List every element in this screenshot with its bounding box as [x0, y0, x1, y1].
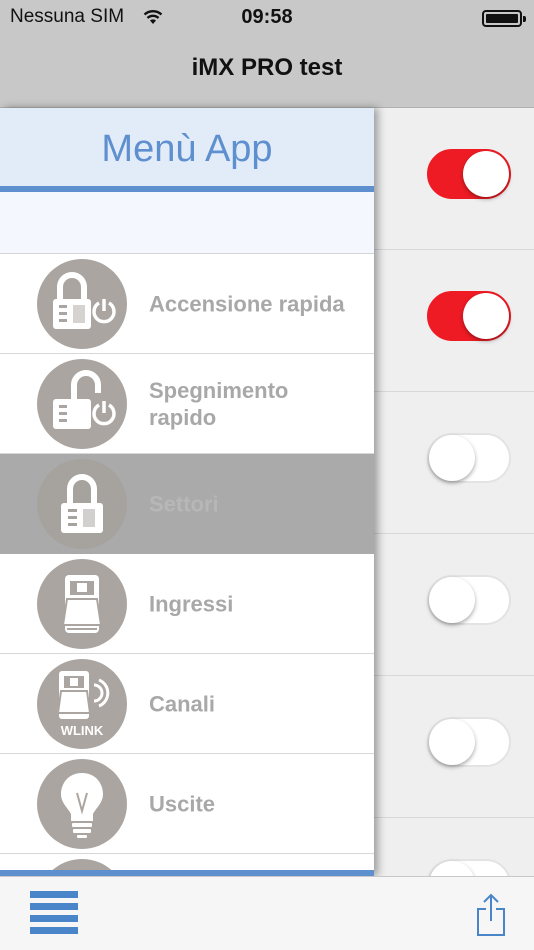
sensor-device-icon — [37, 559, 127, 649]
toggle-knob — [429, 719, 475, 765]
sector-toggle-3[interactable] — [427, 433, 511, 483]
wlink-text: WLINK — [61, 723, 104, 738]
toggle-knob — [429, 577, 475, 623]
battery-icon — [482, 10, 526, 27]
hamburger-icon[interactable] — [30, 891, 78, 935]
sector-toggle-2[interactable] — [427, 291, 511, 341]
menu-item-canali[interactable]: WLINK Canali — [0, 654, 374, 754]
menu-item-settori[interactable]: Settori — [0, 454, 374, 554]
unlock-power-icon — [37, 359, 127, 449]
menu-item-label: Spegnimento rapido — [149, 377, 289, 430]
toggle-knob — [463, 151, 509, 197]
status-time: 09:58 — [241, 6, 293, 28]
wlink-device-icon: WLINK — [37, 659, 127, 749]
menu-item-label: Accensione rapida — [149, 291, 345, 316]
menu-item-accensione-rapida[interactable]: Accensione rapida — [0, 254, 374, 354]
app-screen: Nessuna SIM 09:58 iMX PRO test Menù App … — [0, 0, 534, 950]
drawer-spacer — [0, 192, 374, 254]
menu-item-label: Ingressi — [149, 591, 234, 616]
menu-item-label: Uscite — [149, 791, 216, 816]
toggle-knob — [463, 293, 509, 339]
page-title: iMX PRO test — [191, 54, 343, 81]
lock-power-icon — [37, 259, 127, 349]
menu-item-uscite[interactable]: Uscite — [0, 754, 374, 854]
sector-toggle-4[interactable] — [427, 575, 511, 625]
drawer-title: Menù App — [101, 128, 273, 170]
sector-toggle-5[interactable] — [427, 717, 511, 767]
menu-item-spegnimento-rapido[interactable]: Spegnimento rapido — [0, 354, 374, 454]
sector-toggle-1[interactable] — [427, 149, 511, 199]
lightbulb-icon — [37, 759, 127, 849]
toggle-knob — [429, 435, 475, 481]
side-menu-drawer: Menù App Accensione rapida Spegnimento r… — [0, 108, 374, 876]
menu-item-ingressi[interactable]: Ingressi — [0, 554, 374, 654]
menu-item-label: Settori — [149, 491, 219, 516]
navigation-header: Nessuna SIM 09:58 iMX PRO test — [0, 0, 534, 108]
drawer-header: Menù App — [0, 108, 374, 192]
bottom-toolbar — [0, 876, 534, 950]
menu-item-label: Canali — [149, 691, 216, 716]
share-icon[interactable] — [474, 893, 508, 937]
padlock-icon — [37, 459, 127, 549]
